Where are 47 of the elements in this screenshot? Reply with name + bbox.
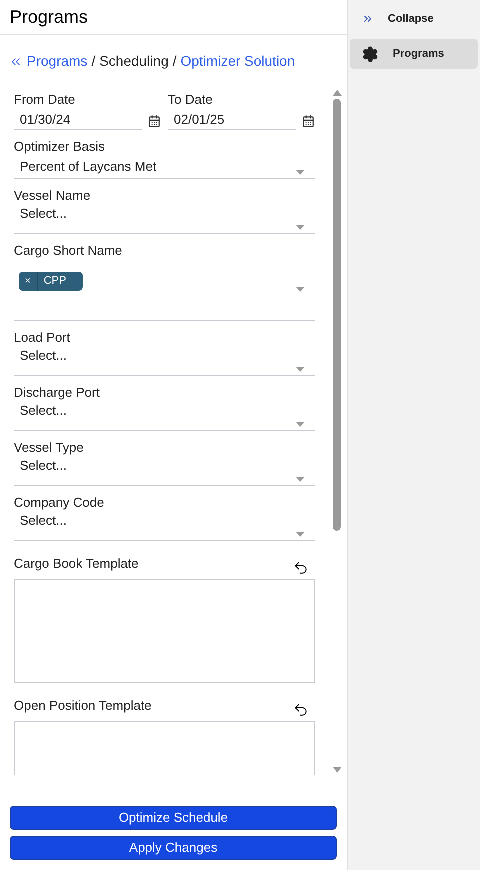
calendar-icon[interactable] (148, 115, 161, 128)
breadcrumb-separator: / (92, 52, 96, 71)
field-label: Cargo Book Template (14, 556, 139, 572)
expand-icon (362, 13, 374, 25)
date-field[interactable]: 01/30/24 (14, 108, 142, 130)
sidebar-item[interactable]: Collapse (350, 4, 478, 34)
field-label: Vessel Type (14, 440, 85, 456)
field-label: Cargo Short Name (14, 243, 124, 259)
field-label: Company Code (14, 495, 106, 511)
field-label: Optimizer Basis (14, 139, 106, 155)
calendar-icon[interactable] (302, 115, 315, 128)
dropdown-caret-icon[interactable] (296, 422, 305, 427)
field-label: Vessel Name (14, 188, 92, 204)
dropdown-caret-icon[interactable] (296, 287, 305, 292)
select-field[interactable]: Percent of Laycans Met (14, 155, 315, 179)
remove-tag-button[interactable]: × (19, 272, 38, 291)
breadcrumb-link[interactable]: Programs (27, 51, 88, 72)
breadcrumb-current: Scheduling (100, 52, 169, 71)
dropdown-caret-icon[interactable] (296, 367, 305, 372)
dropdown-caret-icon[interactable] (296, 170, 305, 175)
field-label: Load Port (14, 330, 72, 346)
select-field[interactable]: Select... (14, 456, 315, 486)
date-field[interactable]: 02/01/25 (168, 108, 296, 130)
scroll-up-icon[interactable] (332, 90, 342, 96)
reset-icon[interactable] (293, 560, 309, 576)
field-label: From Date (14, 92, 76, 108)
sidebar-item[interactable]: Programs (350, 39, 478, 69)
field-label: To Date (168, 92, 214, 108)
multiselect-field[interactable]: × CPP (14, 259, 315, 321)
field-label: Open Position Template (14, 698, 152, 714)
dropdown-caret-icon[interactable] (296, 225, 305, 230)
dropdown-caret-icon[interactable] (296, 477, 305, 482)
page-title: Programs (10, 6, 88, 29)
select-field[interactable]: Select... (14, 511, 315, 541)
dropdown-caret-icon[interactable] (296, 532, 305, 537)
breadcrumb-link[interactable]: Optimizer Solution (180, 51, 296, 72)
action-button[interactable]: Apply Changes (10, 836, 337, 860)
select-field[interactable]: Select... (14, 401, 315, 431)
tag: × CPP (19, 272, 83, 291)
breadcrumb-separator: / (172, 52, 177, 71)
gear-icon (362, 46, 379, 62)
field-label: Discharge Port (14, 385, 101, 401)
select-field[interactable]: Select... (14, 346, 315, 376)
scroll-down-icon[interactable] (332, 767, 342, 773)
action-button[interactable]: Optimize Schedule (10, 806, 337, 830)
select-field[interactable]: Select... (14, 204, 315, 234)
reset-icon[interactable] (293, 702, 309, 718)
